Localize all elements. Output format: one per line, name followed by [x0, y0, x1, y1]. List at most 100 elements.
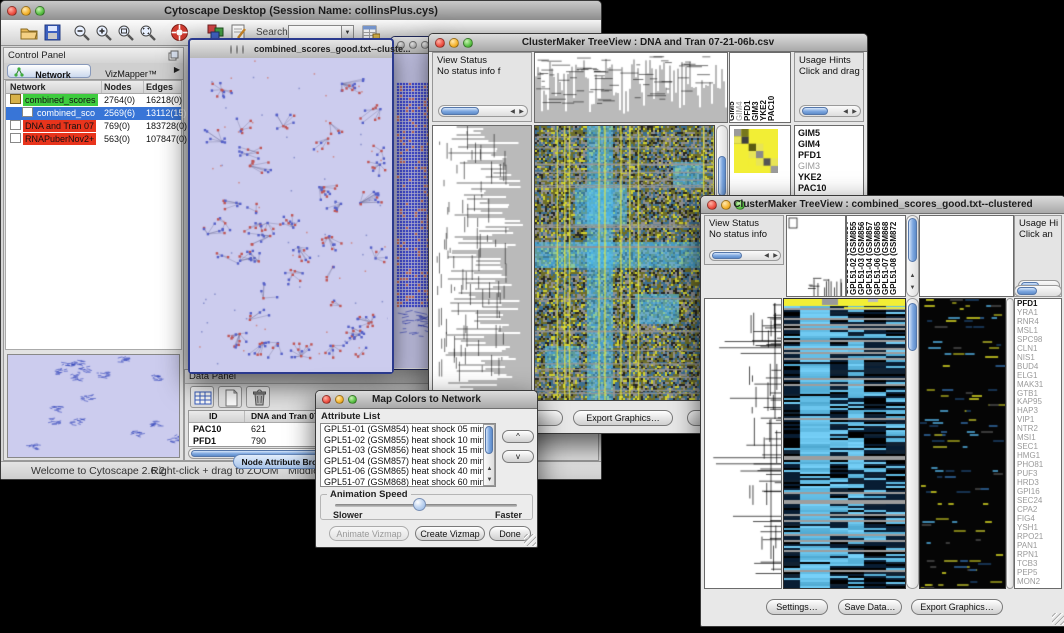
zoom-fit-icon[interactable]	[139, 24, 157, 42]
gene-label[interactable]: PFD1	[1017, 300, 1043, 309]
heatmap-vscrollbar[interactable]	[906, 298, 919, 589]
col-id[interactable]: ID	[209, 411, 218, 422]
animation-speed-slider-track[interactable]	[335, 504, 517, 507]
attribute-list-item[interactable]: GPL51-02 (GSM855) heat shock 10 min	[321, 435, 483, 446]
col-network[interactable]: Network	[10, 81, 46, 93]
zoom-heatmap-vscrollbar[interactable]	[1006, 298, 1014, 589]
gene-label[interactable]: HAP3	[1017, 407, 1043, 416]
help-ring-icon[interactable]	[170, 23, 189, 42]
network-table-row[interactable]: combined_scores2764(0)16218(0)	[6, 94, 181, 107]
gene-label[interactable]: GIM5	[798, 128, 826, 139]
zoom-selected-icon[interactable]	[117, 24, 135, 42]
col-nodes[interactable]: Nodes	[104, 81, 132, 93]
minimize-button[interactable]	[236, 45, 238, 54]
network-overview[interactable]	[7, 354, 180, 458]
open-folder-icon[interactable]	[19, 24, 39, 41]
attribute-list-scrollbar[interactable]: ▲▼	[483, 424, 495, 486]
network-table-row[interactable]: RNAPuberNov2+563(0)107847(0)	[6, 133, 181, 146]
attribute-list-item[interactable]: GPL51-07 (GSM868) heat shock 60 min	[321, 477, 483, 488]
network-overview-canvas[interactable]	[8, 355, 179, 457]
row-dendrogram-canvas[interactable]	[433, 126, 531, 400]
gene-label[interactable]: MSI1	[1017, 434, 1043, 443]
tab-overflow-arrow[interactable]: ▶	[174, 65, 180, 74]
gene-label[interactable]: RNR4	[1017, 318, 1043, 327]
gene-label[interactable]: HMG1	[1017, 452, 1043, 461]
settings-button[interactable]: Settings…	[766, 599, 828, 615]
gene-label[interactable]: VIP1	[1017, 416, 1043, 425]
tab-vizmapper[interactable]: VizMapper™	[94, 64, 168, 78]
save-data-button[interactable]: Save Data…	[838, 599, 902, 615]
gene-label[interactable]: GPI16	[1017, 488, 1043, 497]
export-graphics-button[interactable]: Export Graphics…	[573, 410, 673, 426]
animate-vizmap-button[interactable]: Animate Vizmap	[329, 526, 409, 541]
export-graphics-button[interactable]: Export Graphics…	[911, 599, 1003, 615]
gene-label[interactable]: TCB3	[1017, 560, 1043, 569]
gene-label[interactable]: SPC98	[1017, 336, 1043, 345]
zoom-in-icon[interactable]	[95, 24, 113, 42]
zoom-matrix-canvas[interactable]	[734, 129, 778, 173]
float-panel-icon[interactable]	[168, 50, 179, 61]
gene-label[interactable]: NIS1	[1017, 354, 1043, 363]
gene-label[interactable]: GTB1	[1017, 390, 1043, 399]
resize-grip[interactable]	[1052, 613, 1064, 625]
new-attribute-button[interactable]	[218, 386, 242, 408]
view-status-scrollbar[interactable]: ◀▶	[438, 105, 528, 117]
row-dendrogram-canvas[interactable]	[705, 299, 781, 588]
gene-label[interactable]: RPO21	[1017, 533, 1043, 542]
tab-network[interactable]: Network	[7, 64, 91, 78]
column-dendrogram-canvas[interactable]	[535, 53, 727, 122]
zoom-out-icon[interactable]	[73, 24, 91, 42]
network-table-row[interactable]: DNA and Tran 07769(0)183728(0)	[6, 120, 181, 133]
gene-label[interactable]: PUF3	[1017, 470, 1043, 479]
attribute-list-item[interactable]: GPL51-04 (GSM857) heat shock 20 min	[321, 456, 483, 467]
save-icon[interactable]	[44, 24, 61, 41]
zoom-heatmap-canvas[interactable]	[920, 299, 1005, 588]
heatmap-canvas[interactable]	[784, 299, 905, 588]
gene-label[interactable]: PFD1	[798, 150, 826, 161]
gene-label[interactable]: GIM3	[798, 161, 826, 172]
main-titlebar[interactable]: Cytoscape Desktop (Session Name: collins…	[1, 1, 601, 21]
col-edges[interactable]: Edges	[146, 81, 173, 93]
gene-label[interactable]: YKE2	[798, 172, 826, 183]
gene-label[interactable]: MAK31	[1017, 381, 1043, 390]
gene-label[interactable]: PAC10	[798, 183, 826, 194]
gene-list-hscrollbar[interactable]	[1014, 285, 1062, 297]
gene-label[interactable]: CLN1	[1017, 345, 1043, 354]
gene-label[interactable]: MON2	[1017, 578, 1043, 587]
column-labels-vscrollbar[interactable]: ▲▼	[906, 215, 919, 297]
gene-label[interactable]: HRD3	[1017, 479, 1043, 488]
gene-label[interactable]: FIG4	[1017, 515, 1043, 524]
move-down-button[interactable]: v	[502, 450, 534, 463]
gene-label[interactable]: MSL1	[1017, 327, 1043, 336]
move-up-button[interactable]: ^	[502, 430, 534, 443]
gene-label[interactable]: CPA2	[1017, 506, 1043, 515]
gene-label[interactable]: YSH1	[1017, 524, 1043, 533]
view-status-scrollbar[interactable]: ◀▶	[709, 250, 781, 261]
gene-label[interactable]: SEC24	[1017, 497, 1043, 506]
gene-label[interactable]: PEP5	[1017, 569, 1043, 578]
gene-label[interactable]: NTR2	[1017, 425, 1043, 434]
gene-label[interactable]: BUD4	[1017, 363, 1043, 372]
usage-hints-scrollbar[interactable]: ◀▶	[799, 105, 861, 117]
zoom-button[interactable]	[242, 45, 244, 54]
table-mode-button[interactable]	[190, 386, 214, 408]
animation-speed-slider-thumb[interactable]	[413, 498, 426, 511]
attribute-list-item[interactable]: GPL51-06 (GSM865) heat shock 40 min	[321, 466, 483, 477]
network-view-canvas[interactable]	[190, 58, 388, 368]
gene-label[interactable]: GIM4	[798, 139, 826, 150]
gene-label[interactable]: PAN1	[1017, 542, 1043, 551]
create-vizmap-button[interactable]: Create Vizmap	[415, 526, 485, 541]
gene-label[interactable]: PHO81	[1017, 461, 1043, 470]
gene-label[interactable]: KAP95	[1017, 398, 1043, 407]
column-dendrogram-canvas[interactable]	[787, 216, 845, 296]
attribute-list-item[interactable]: GPL51-01 (GSM854) heat shock 05 min	[321, 424, 483, 435]
close-button[interactable]	[230, 45, 232, 54]
gene-label[interactable]: YRA1	[1017, 309, 1043, 318]
network-table-row[interactable]: combined_sco2569(6)13112(15)	[6, 107, 181, 120]
heatmap-canvas[interactable]	[535, 126, 714, 400]
gene-label[interactable]: RPN1	[1017, 551, 1043, 560]
gene-label[interactable]: SEC1	[1017, 443, 1043, 452]
delete-attribute-button[interactable]	[246, 386, 270, 408]
attribute-list-item[interactable]: GPL51-03 (GSM856) heat shock 15 min	[321, 445, 483, 456]
gene-label[interactable]: ELG1	[1017, 372, 1043, 381]
